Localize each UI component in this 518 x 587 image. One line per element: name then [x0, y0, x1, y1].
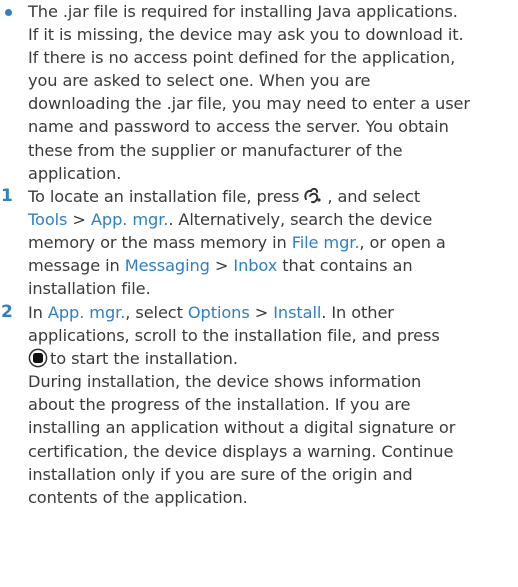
text-run: that contains an	[277, 256, 413, 276]
menu-separator: >	[249, 303, 274, 322]
text-line: installation file.	[28, 279, 151, 299]
text-line: The .jar file is required for installing…	[28, 2, 458, 21]
menu-tools: Tools	[28, 210, 68, 230]
menu-separator: >	[209, 256, 234, 276]
text-run: , select	[125, 303, 183, 322]
step-number: 2	[1, 302, 13, 322]
menu-file-mgr: File mgr.	[291, 233, 360, 253]
text-run: memory or the mass memory in	[28, 233, 287, 253]
text-line: installing an application without a digi…	[28, 418, 456, 438]
menu-options: Options	[187, 303, 250, 322]
text-line: downloading the .jar file, you may need …	[28, 94, 470, 114]
step-2-text: In App. mgr., select Options > Install. …	[28, 301, 514, 509]
step-number: 1	[1, 186, 13, 206]
text-line: Tools > App. mgr.. Alternatively, search…	[28, 208, 514, 231]
text-line: During installation, the device shows in…	[28, 372, 422, 392]
text-line: about the progress of the installation. …	[28, 395, 411, 415]
text-run: . In other	[321, 303, 394, 322]
menu-install: Install	[273, 303, 322, 322]
text-line: name and password to access the server. …	[28, 117, 449, 137]
menu-separator: >	[67, 210, 91, 230]
menu-messaging: Messaging	[124, 256, 210, 276]
text-line: contents of the application.	[28, 487, 248, 507]
text-run: To locate an installation file, press	[28, 187, 300, 206]
bullet-point-icon	[5, 9, 12, 16]
menu-inbox: Inbox	[233, 256, 278, 276]
text-line: installation only if you are sure of the…	[28, 464, 413, 484]
text-run: . Alternatively, search the device	[168, 210, 433, 230]
text-run: , and select	[327, 187, 421, 206]
select-key-icon	[28, 348, 48, 368]
text-line: these from the supplier or manufacturer …	[28, 140, 403, 160]
text-line: message in Messaging > Inbox that contai…	[28, 254, 514, 277]
text-line: To locate an installation file, press , a…	[28, 185, 514, 208]
text-line: to start the installation.	[28, 347, 514, 370]
step-1-text: To locate an installation file, press , a…	[28, 185, 514, 300]
text-run: , or open a	[359, 233, 446, 253]
menu-app-mgr: App. mgr.	[90, 210, 169, 230]
text-line: In App. mgr., select Options > Install. …	[28, 301, 514, 324]
text-run: In	[28, 303, 43, 322]
text-line: applications, scroll to the installation…	[28, 326, 440, 346]
menu-app-mgr: App. mgr.	[47, 303, 126, 322]
text-line: If it is missing, the device may ask you…	[28, 25, 464, 45]
menu-key-icon	[304, 187, 321, 204]
text-line: you are asked to select one. When you ar…	[28, 71, 371, 91]
text-line: If there is no access point defined for …	[28, 48, 456, 68]
bullet-note-text: The .jar file is required for installing…	[28, 0, 514, 185]
text-run: message in	[28, 256, 120, 276]
text-line: certification, the device displays a war…	[28, 441, 454, 461]
manual-page: The .jar file is required for installing…	[0, 0, 518, 587]
text-line: memory or the mass memory in File mgr., …	[28, 231, 514, 254]
text-run: to start the installation.	[50, 349, 238, 369]
text-line: application.	[28, 163, 122, 183]
